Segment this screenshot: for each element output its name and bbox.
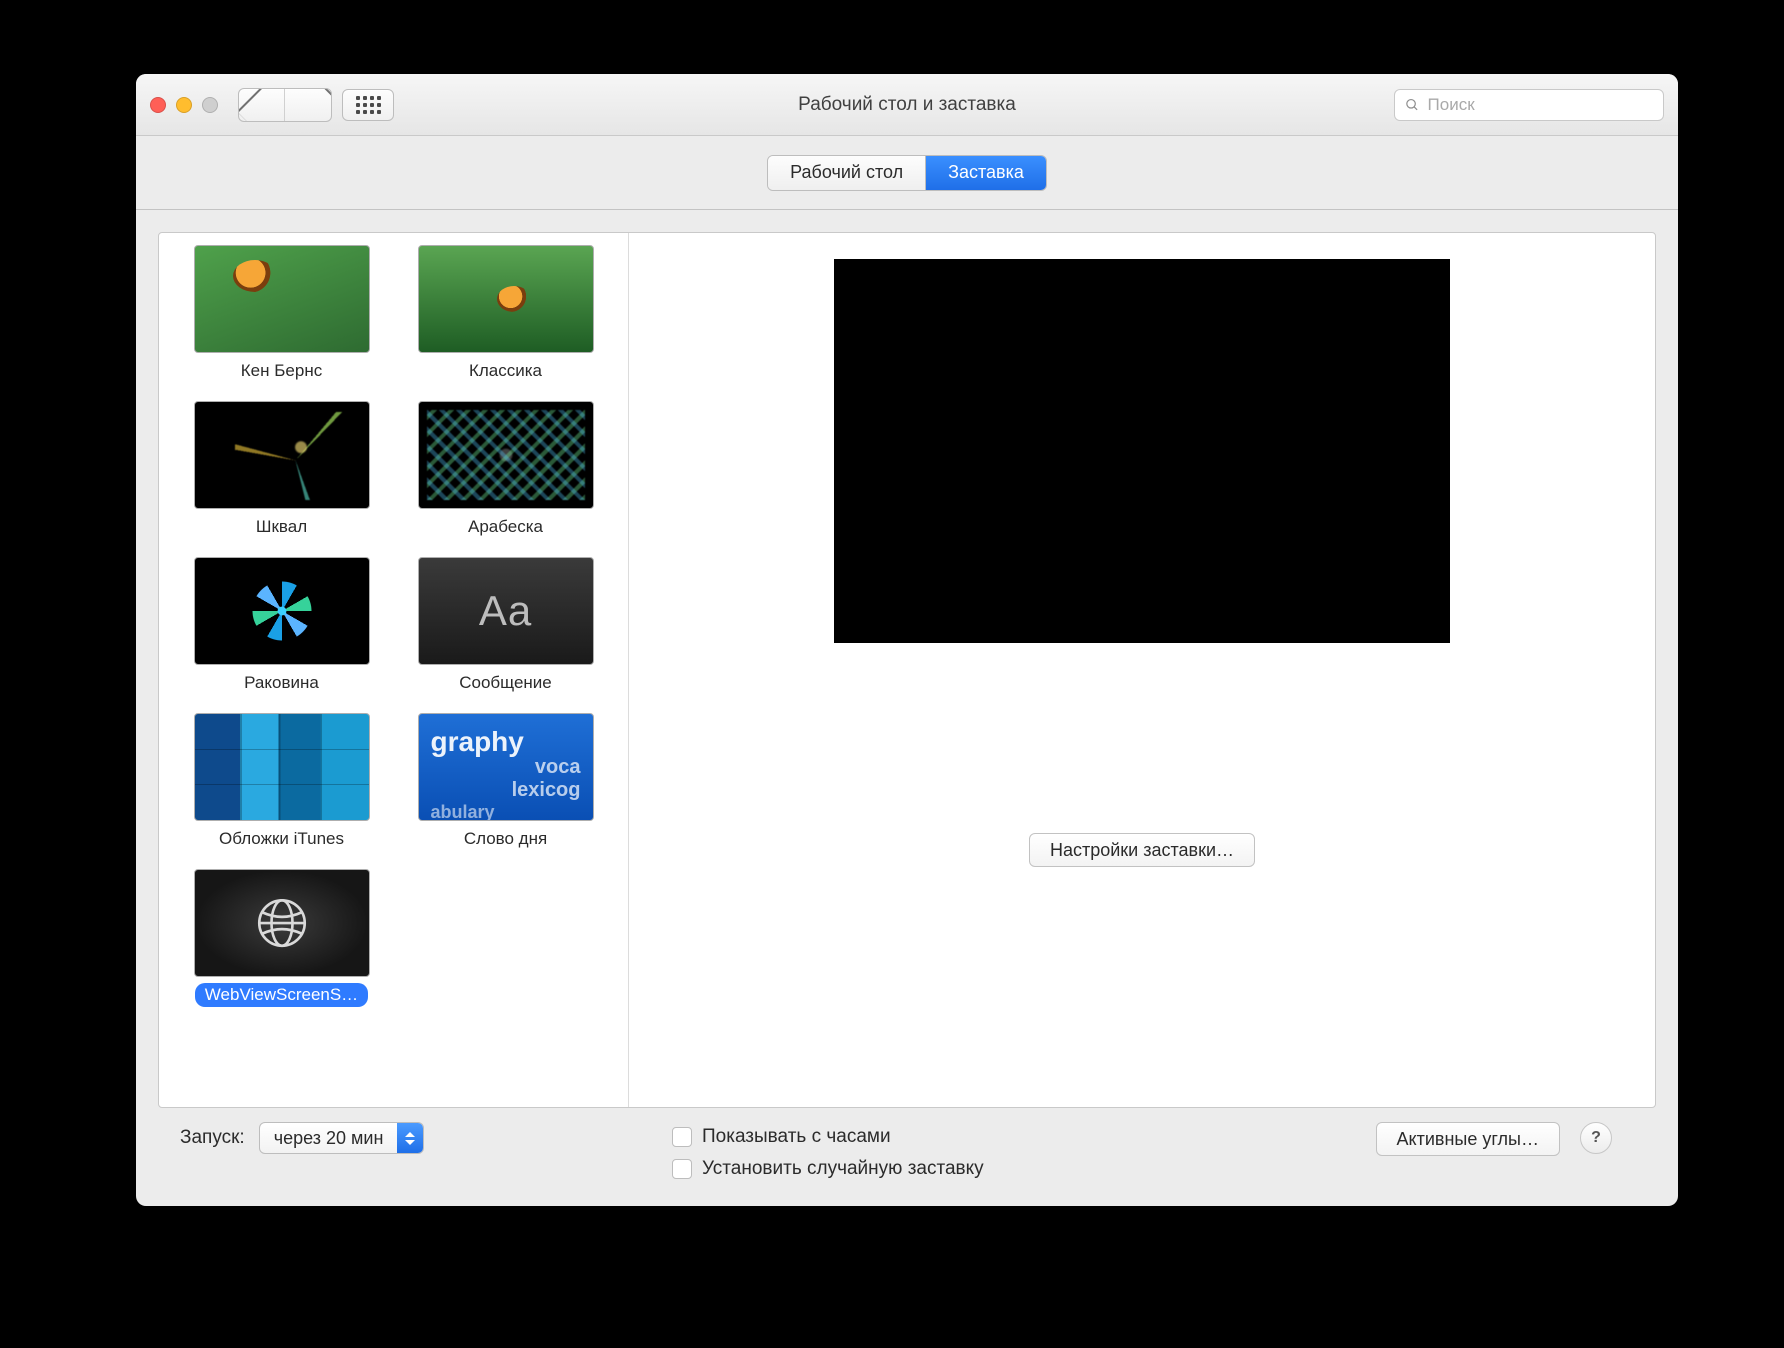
thumbnail: [194, 713, 370, 821]
thumbnail: graphy voca lexicog abulary: [418, 713, 594, 821]
system-prefs-window: Рабочий стол и заставка Рабочий стол Зас…: [136, 74, 1678, 1206]
titlebar: Рабочий стол и заставка: [136, 74, 1678, 136]
screensaver-arabesque[interactable]: Арабеска: [401, 401, 611, 539]
body: Кен Бернс Классика Шквал Арабеск: [136, 210, 1678, 1206]
thumbnail-label: Раковина: [234, 671, 329, 695]
checkbox-label: Установить случайную заставку: [702, 1158, 984, 1180]
close-icon[interactable]: [150, 97, 166, 113]
grid-icon: [356, 96, 381, 114]
search-icon: [1405, 97, 1420, 113]
screensaver-options-button[interactable]: Настройки заставки…: [1029, 833, 1255, 867]
thumbnail: Aa: [418, 557, 594, 665]
thumbnail-label: Слово дня: [454, 827, 557, 851]
search-input[interactable]: [1428, 95, 1653, 115]
screensaver-word-of-day[interactable]: graphy voca lexicog abulary Слово дня: [401, 713, 611, 851]
tab-screensaver[interactable]: Заставка: [926, 156, 1046, 190]
globe-icon: [254, 895, 310, 951]
minimize-icon[interactable]: [176, 97, 192, 113]
thumbnail: [194, 557, 370, 665]
screensaver-itunes-artwork[interactable]: Обложки iTunes: [177, 713, 387, 851]
footer: Запуск: через 20 мин Показывать с часами…: [158, 1108, 1656, 1206]
stepper-arrows-icon: [397, 1123, 423, 1153]
checkbox-input[interactable]: [672, 1127, 692, 1147]
screensaver-flurry[interactable]: Шквал: [177, 401, 387, 539]
screensaver-message[interactable]: Aa Сообщение: [401, 557, 611, 695]
thumbnail-label: Арабеска: [458, 515, 553, 539]
thumbnail: [194, 869, 370, 977]
window-controls: [150, 97, 218, 113]
show-all-button[interactable]: [342, 89, 394, 121]
start-after-value: через 20 мин: [260, 1123, 398, 1153]
thumbnail-label: Шквал: [246, 515, 317, 539]
thumbnail-label: WebViewScreenS…: [195, 983, 368, 1007]
message-glyph: Aa: [479, 587, 532, 635]
screensaver-shell[interactable]: Раковина: [177, 557, 387, 695]
preview-pane: Настройки заставки…: [629, 233, 1655, 1107]
thumbnail: [194, 245, 370, 353]
random-screensaver-checkbox[interactable]: Установить случайную заставку: [672, 1158, 1354, 1180]
tab-segment: Рабочий стол Заставка: [767, 155, 1047, 191]
search-field[interactable]: [1394, 89, 1664, 121]
nav-back-forward: [238, 88, 332, 122]
hot-corners-button[interactable]: Активные углы…: [1376, 1122, 1560, 1156]
thumbnail: [418, 401, 594, 509]
screensaver-webview[interactable]: WebViewScreenS…: [177, 869, 387, 1007]
screensaver-list[interactable]: Кен Бернс Классика Шквал Арабеск: [159, 233, 629, 1107]
thumbnail-label: Кен Бернс: [231, 359, 332, 383]
start-label: Запуск:: [180, 1127, 245, 1149]
start-after-popup[interactable]: через 20 мин: [259, 1122, 425, 1154]
thumbnail-label: Обложки iTunes: [209, 827, 354, 851]
zoom-icon[interactable]: [202, 97, 218, 113]
help-button[interactable]: ?: [1580, 1122, 1612, 1154]
screensaver-classic[interactable]: Классика: [401, 245, 611, 383]
thumbnail-label: Сообщение: [449, 671, 562, 695]
tabs-row: Рабочий стол Заставка: [136, 136, 1678, 210]
checkbox-label: Показывать с часами: [702, 1126, 891, 1148]
thumbnail: [418, 245, 594, 353]
thumbnail: [194, 401, 370, 509]
screensaver-ken-burns[interactable]: Кен Бернс: [177, 245, 387, 383]
tab-desktop[interactable]: Рабочий стол: [768, 156, 926, 190]
checkbox-input[interactable]: [672, 1159, 692, 1179]
thumbnail-label: Классика: [459, 359, 552, 383]
screensaver-preview: [834, 259, 1450, 643]
show-with-clock-checkbox[interactable]: Показывать с часами: [672, 1126, 1354, 1148]
forward-button[interactable]: [285, 89, 331, 121]
panels: Кен Бернс Классика Шквал Арабеск: [158, 232, 1656, 1108]
